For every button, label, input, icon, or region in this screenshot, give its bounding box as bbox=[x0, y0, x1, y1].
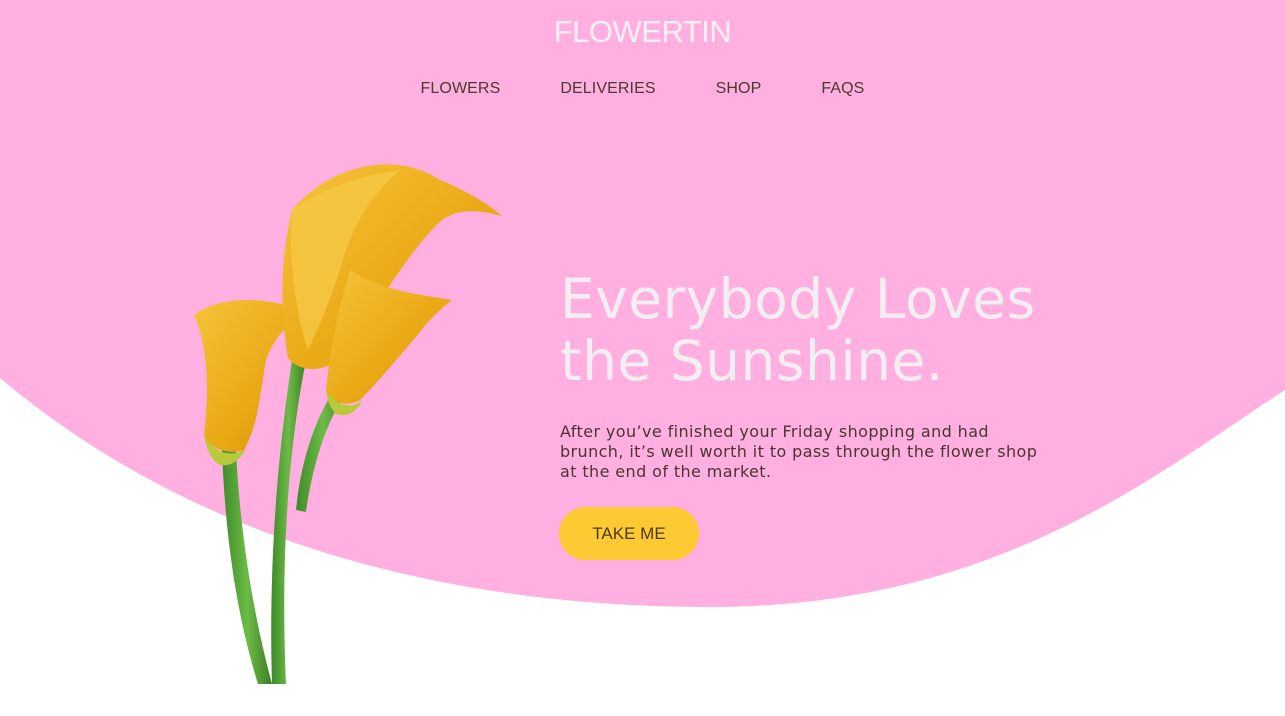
brand-logo[interactable]: FLOWERTIN bbox=[0, 14, 1285, 50]
take-me-button[interactable]: TAKE ME bbox=[559, 507, 699, 560]
main-nav: FLOWERS DELIVERIES SHOP FAQS bbox=[0, 80, 1285, 98]
nav-item-shop[interactable]: SHOP bbox=[686, 80, 792, 98]
nav-item-deliveries[interactable]: DELIVERIES bbox=[530, 80, 685, 98]
calla-lily-image bbox=[194, 164, 502, 684]
hero-description: After you’ve finished your Friday shoppi… bbox=[560, 422, 1038, 481]
hero-headline: Everybody Loves the Sunshine. bbox=[560, 267, 1036, 393]
nav-item-faqs[interactable]: FAQS bbox=[791, 80, 894, 98]
nav-item-flowers[interactable]: FLOWERS bbox=[391, 80, 531, 98]
page: FLOWERTIN FLOWERS DELIVERIES SHOP FAQS E… bbox=[0, 0, 1285, 716]
